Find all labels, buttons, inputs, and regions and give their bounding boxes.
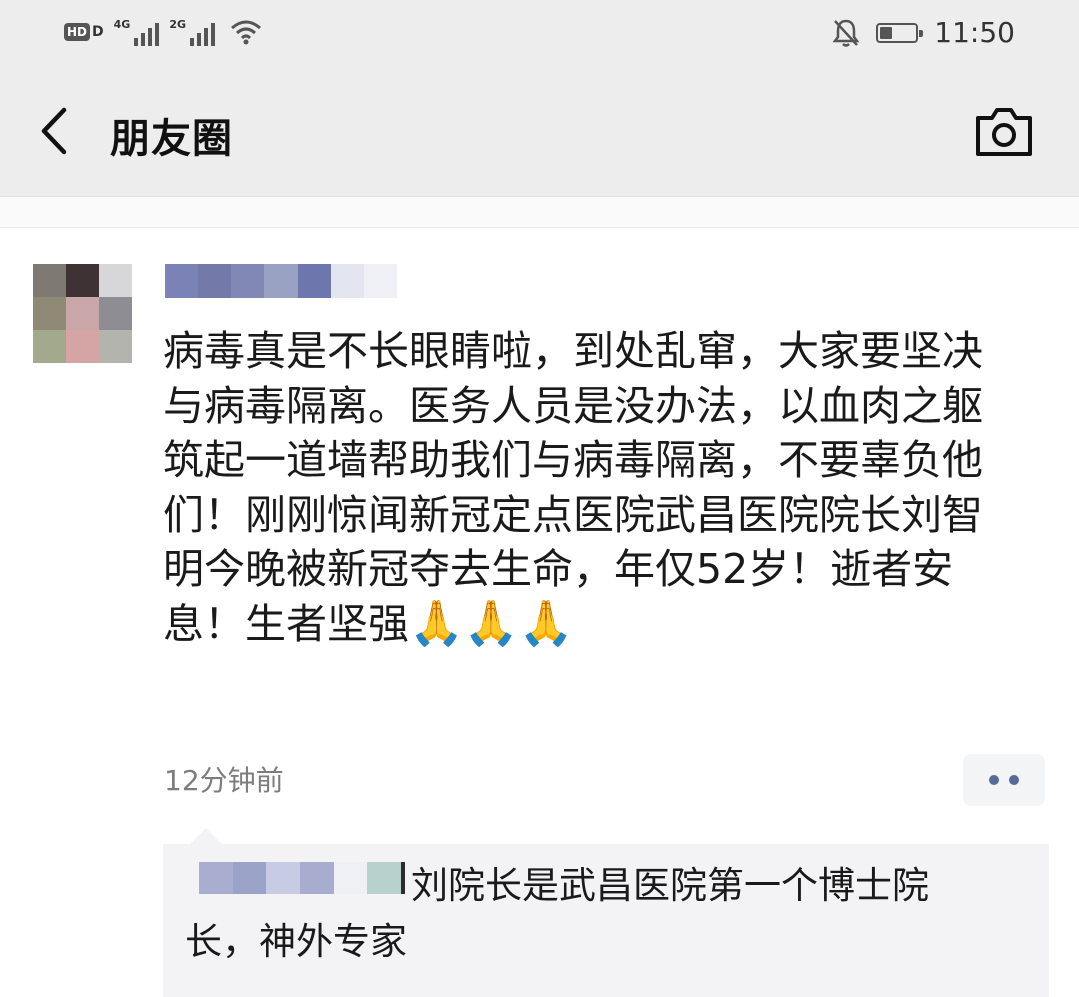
wifi-icon (231, 20, 261, 45)
comment-text: 刘院长是武昌医院第一个博士院长，神外专家 (185, 864, 929, 963)
avatar[interactable] (33, 264, 132, 363)
pray-emoji: 🙏 (463, 597, 519, 649)
more-dots-icon[interactable] (963, 754, 1045, 806)
hd-label: HD (64, 23, 91, 41)
battery-icon (876, 22, 924, 43)
status-right: 11:50 (832, 16, 1015, 49)
nav-bar: 朋友圈 (0, 74, 1079, 197)
camera-icon[interactable] (972, 104, 1036, 160)
comment-section: 刘院长是武昌医院第一个博士院长，神外专家 (163, 844, 1049, 997)
page-title: 朋友圈 (110, 116, 233, 162)
battery-fill (880, 26, 893, 39)
header-divider (0, 197, 1079, 228)
back-chevron-left-icon[interactable] (30, 100, 80, 162)
post-content: 病毒真是不长眼睛啦，到处乱窜，大家要坚决与病毒隔离。医务人员是没办法，以血肉之躯… (163, 324, 1003, 652)
sim1-network-label: 4G (113, 18, 131, 31)
post-timestamp: 12分钟前 (164, 764, 284, 797)
status-left: HD D 4G 2G (64, 18, 263, 46)
pray-emoji: 🙏 (518, 597, 574, 649)
hd-sub-label: D (92, 24, 104, 40)
clock: 11:50 (934, 16, 1015, 49)
mute-bell-icon (832, 19, 860, 47)
pray-emoji: 🙏 (409, 597, 464, 649)
sim2-network-label: 2G (169, 18, 187, 31)
status-bar: HD D 4G 2G 11:50 (0, 0, 1079, 74)
comment-caret (190, 828, 222, 844)
nickname-blurred[interactable] (165, 264, 397, 298)
moment-post: 病毒真是不长眼睛啦，到处乱窜，大家要坚决与病毒隔离。医务人员是没办法，以血肉之躯… (0, 228, 1079, 997)
comment-item[interactable]: 刘院长是武昌医院第一个博士院长，神外专家 (185, 858, 985, 970)
hd-icon: HD D (64, 23, 104, 41)
signal-icon: 4G (114, 18, 160, 46)
signal-icon: 2G (169, 18, 216, 46)
